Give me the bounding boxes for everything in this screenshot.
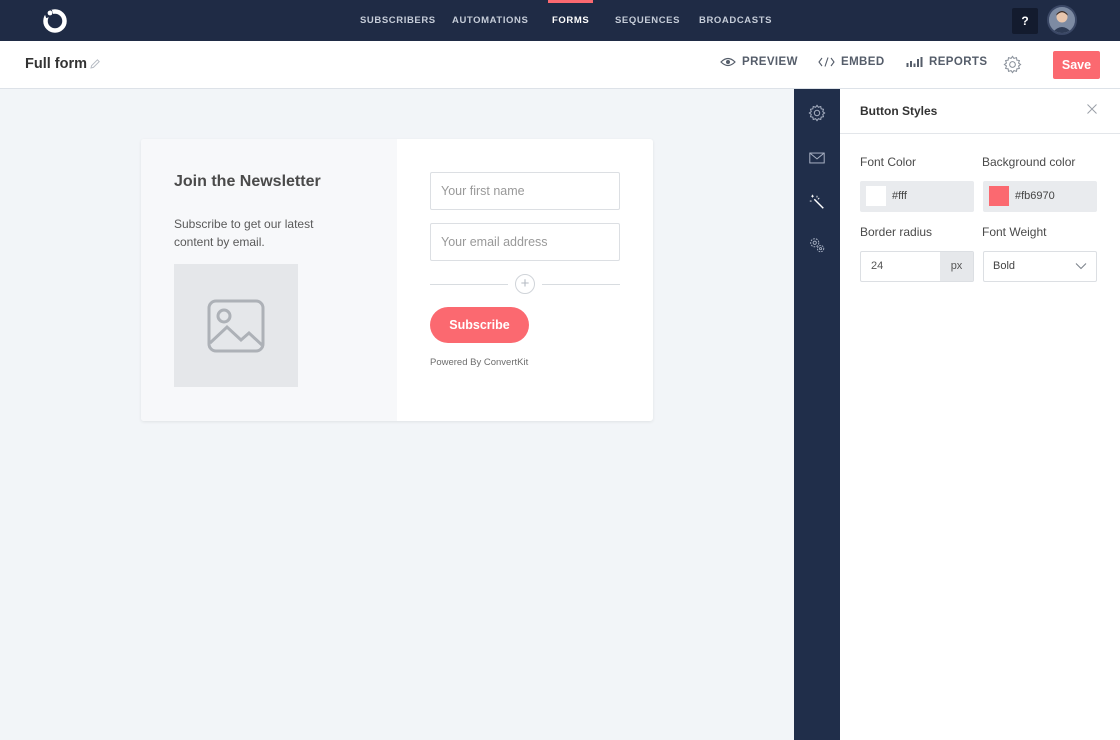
border-radius-label: Border radius — [860, 225, 933, 239]
plus-circle-icon[interactable]: + — [515, 274, 535, 294]
gear-icon[interactable] — [1003, 55, 1022, 74]
code-icon — [818, 57, 835, 67]
avatar-person-icon — [1049, 7, 1075, 33]
gears-icon[interactable] — [808, 236, 826, 254]
chevron-down-icon — [1075, 263, 1087, 270]
envelope-icon[interactable] — [808, 149, 826, 167]
background-color-label: Background color — [982, 155, 1076, 169]
image-placeholder-icon — [207, 299, 265, 352]
first-name-input[interactable]: Your first name — [430, 172, 620, 210]
border-radius-input[interactable]: 24 px — [860, 251, 974, 282]
subscribe-button[interactable]: Subscribe — [430, 307, 529, 343]
nav-link-sequences[interactable]: SEQUENCES — [615, 0, 680, 41]
background-color-value: #fb6970 — [1015, 190, 1055, 202]
embed-label: EMBED — [841, 56, 885, 68]
save-button[interactable]: Save — [1053, 51, 1100, 79]
top-navigation-bar: SUBSCRIBERS AUTOMATIONS FORMS SEQUENCES … — [0, 0, 1120, 41]
font-weight-select[interactable]: Bold — [983, 251, 1097, 282]
magic-wand-icon[interactable] — [808, 193, 826, 211]
border-radius-value: 24 — [871, 260, 884, 272]
nav-link-broadcasts[interactable]: BROADCASTS — [699, 0, 772, 41]
eye-icon — [720, 57, 736, 67]
form-fields-panel: Your first name Your email address + Sub… — [397, 139, 653, 421]
reports-label: REPORTS — [929, 56, 988, 68]
pencil-icon[interactable] — [89, 58, 101, 70]
user-avatar[interactable] — [1047, 5, 1077, 35]
nav-link-forms[interactable]: FORMS — [547, 0, 594, 41]
nav-link-automations[interactable]: AUTOMATIONS — [452, 0, 528, 41]
close-icon[interactable] — [1086, 103, 1098, 115]
bar-chart-icon — [906, 57, 923, 67]
form-heading[interactable]: Join the Newsletter — [174, 173, 321, 191]
font-color-picker[interactable]: #fff — [860, 181, 974, 212]
font-color-swatch — [866, 186, 886, 206]
background-color-swatch — [989, 186, 1009, 206]
settings-icon[interactable] — [808, 104, 826, 122]
form-editor-header: Full form PREVIEW EMBED REPORTS Save — [0, 41, 1120, 89]
reports-button[interactable]: REPORTS — [906, 56, 987, 68]
editor-icon-rail — [794, 89, 840, 740]
main-nav-links: SUBSCRIBERS AUTOMATIONS FORMS SEQUENCES … — [0, 0, 1120, 41]
form-preview-card: Join the Newsletter Subscribe to get our… — [141, 139, 653, 421]
font-weight-value: Bold — [993, 260, 1016, 272]
form-image-placeholder[interactable] — [174, 264, 298, 387]
font-color-label: Font Color — [860, 155, 917, 169]
field-divider-right — [542, 284, 620, 285]
nav-link-subscribers[interactable]: SUBSCRIBERS — [360, 0, 436, 41]
button-styles-panel: Button Styles Font Color Background colo… — [840, 89, 1120, 740]
field-divider-left — [430, 284, 508, 285]
font-color-value: #fff — [892, 190, 907, 202]
form-description[interactable]: Subscribe to get our latest content by e… — [174, 215, 344, 251]
background-color-picker[interactable]: #fb6970 — [983, 181, 1097, 212]
font-weight-label: Font Weight — [982, 225, 1047, 239]
form-title[interactable]: Full form — [25, 56, 87, 72]
email-input[interactable]: Your email address — [430, 223, 620, 261]
panel-title: Button Styles — [860, 104, 938, 118]
border-radius-unit: px — [940, 252, 973, 281]
form-intro-panel: Join the Newsletter Subscribe to get our… — [141, 139, 397, 421]
preview-button[interactable]: PREVIEW — [720, 56, 798, 68]
powered-by-text[interactable]: Powered By ConvertKit — [430, 357, 528, 368]
embed-button[interactable]: EMBED — [818, 56, 885, 68]
preview-label: PREVIEW — [742, 56, 798, 68]
panel-header: Button Styles — [840, 89, 1120, 134]
help-button[interactable]: ? — [1012, 8, 1038, 34]
